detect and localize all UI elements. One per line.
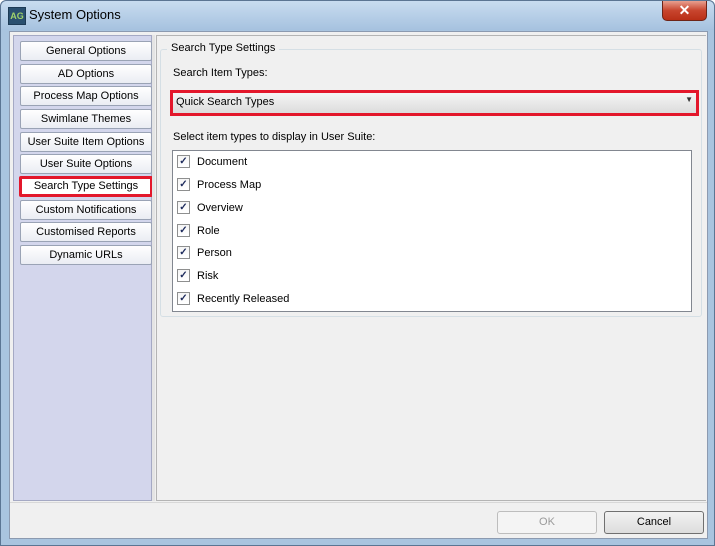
close-icon: ✕ xyxy=(678,2,691,18)
checkbox-label: Role xyxy=(197,225,220,237)
checkbox-label: Document xyxy=(197,156,248,168)
settings-panel: Search Type Settings Search Item Types: … xyxy=(156,35,706,501)
system-options-window: AG System Options ✕ General Options AD O… xyxy=(0,0,715,546)
checkbox-overview[interactable]: ✓ xyxy=(177,201,190,214)
search-item-types-label: Search Item Types: xyxy=(173,67,268,79)
list-item[interactable]: ✓ Process Map xyxy=(177,176,477,194)
sidebar-item-custom-notifications[interactable]: Custom Notifications xyxy=(20,200,152,220)
sidebar-item-dynamic-urls[interactable]: Dynamic URLs xyxy=(20,245,152,265)
sidebar-item-process-map-options[interactable]: Process Map Options xyxy=(20,86,152,106)
app-logo-icon: AG xyxy=(8,7,26,25)
sidebar-item-ad-options[interactable]: AD Options xyxy=(20,64,152,84)
cancel-button[interactable]: Cancel xyxy=(604,511,704,534)
checkbox-risk[interactable]: ✓ xyxy=(177,269,190,282)
list-item[interactable]: ✓ Risk xyxy=(177,267,477,285)
dropdown-selected-value: Quick Search Types xyxy=(176,96,275,108)
panel-splitter[interactable] xyxy=(152,35,155,501)
checkbox-label: Person xyxy=(197,247,232,259)
checkbox-document[interactable]: ✓ xyxy=(177,155,190,168)
checkbox-label: Overview xyxy=(197,202,243,214)
checkbox-label: Recently Released xyxy=(197,293,290,305)
checkbox-person[interactable]: ✓ xyxy=(177,246,190,259)
list-item[interactable]: ✓ Role xyxy=(177,222,477,240)
group-title: Search Type Settings xyxy=(167,42,280,54)
list-item[interactable]: ✓ Document xyxy=(177,153,477,171)
sidebar-item-swimlane-themes[interactable]: Swimlane Themes xyxy=(20,109,152,129)
checkbox-label: Risk xyxy=(197,270,219,282)
chevron-down-icon: ▼ xyxy=(685,95,693,104)
checkbox-role[interactable]: ✓ xyxy=(177,224,190,237)
list-item[interactable]: ✓ Recently Released xyxy=(177,290,477,308)
dialog-body: General Options AD Options Process Map O… xyxy=(9,31,708,539)
checkbox-recently-released[interactable]: ✓ xyxy=(177,292,190,305)
list-item[interactable]: ✓ Overview xyxy=(177,199,477,217)
title-bar[interactable]: AG System Options ✕ xyxy=(1,1,714,30)
ok-button[interactable]: OK xyxy=(497,511,597,534)
display-item-types-label: Select item types to display in User Sui… xyxy=(173,131,376,143)
sidebar-item-user-suite-options[interactable]: User Suite Options xyxy=(20,154,152,174)
checkbox-process-map[interactable]: ✓ xyxy=(177,178,190,191)
sidebar-item-user-suite-item-options[interactable]: User Suite Item Options xyxy=(20,132,152,152)
list-item[interactable]: ✓ Person xyxy=(177,244,477,262)
item-types-checklist: ✓ Document ✓ Process Map ✓ Overview ✓ Ro… xyxy=(172,150,692,312)
search-item-types-dropdown[interactable]: Quick Search Types ▼ xyxy=(170,90,699,116)
sidebar-item-search-type-settings[interactable]: Search Type Settings xyxy=(19,176,153,197)
options-sidebar: General Options AD Options Process Map O… xyxy=(13,35,153,501)
footer-divider xyxy=(10,502,707,503)
sidebar-item-customised-reports[interactable]: Customised Reports xyxy=(20,222,152,242)
window-title: System Options xyxy=(29,7,121,22)
sidebar-item-general-options[interactable]: General Options xyxy=(20,41,152,61)
checkbox-label: Process Map xyxy=(197,179,262,191)
close-button[interactable]: ✕ xyxy=(662,1,707,21)
